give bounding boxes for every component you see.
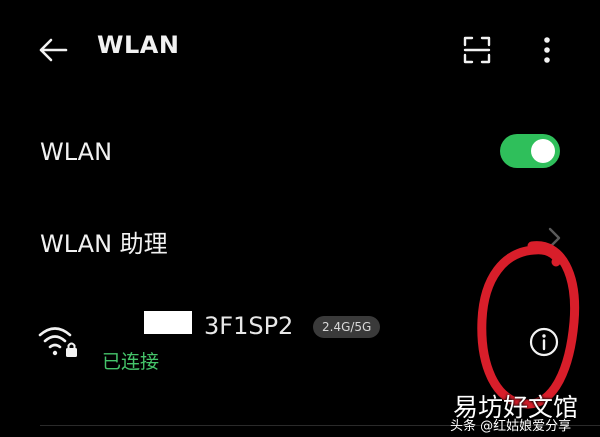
scan-button[interactable] [460, 33, 494, 67]
watermark-source: 头条 @红姑娘爱分享 [450, 419, 572, 434]
info-circle-icon[interactable] [528, 326, 560, 358]
more-options-button[interactable] [530, 33, 564, 67]
wlan-toggle-switch[interactable] [500, 134, 560, 168]
ssid-redaction [144, 311, 192, 334]
scan-icon [463, 36, 491, 64]
page-title: WLAN [97, 31, 180, 59]
connected-network-row[interactable]: 3F1SP2 2.4G/5G 已连接 [0, 296, 600, 386]
band-badge: 2.4G/5G [313, 316, 381, 338]
wlan-assistant-label: WLAN 助理 [40, 230, 168, 258]
toggle-knob [531, 139, 555, 163]
app-header: WLAN [0, 0, 600, 100]
arrow-left-icon [39, 38, 68, 62]
connection-status: 已连接 [102, 351, 160, 373]
network-ssid: 3F1SP2 [204, 312, 294, 340]
wifi-locked-icon [38, 327, 77, 357]
chevron-right-icon [548, 227, 561, 249]
wlan-assistant-row[interactable]: WLAN 助理 [0, 206, 600, 270]
back-button[interactable] [34, 31, 72, 69]
wlan-toggle-row: WLAN [0, 120, 600, 184]
more-vertical-icon [544, 37, 550, 63]
wlan-label: WLAN [40, 138, 113, 166]
